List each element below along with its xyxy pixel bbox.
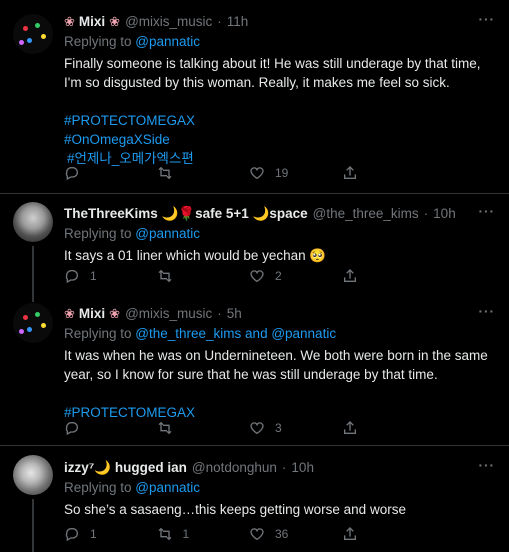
reply-icon — [65, 270, 78, 284]
avatar[interactable] — [13, 303, 53, 343]
timestamp[interactable]: 10h — [291, 459, 314, 477]
thread-line — [32, 246, 34, 302]
flower-emoji: ❀ — [64, 14, 75, 29]
handle[interactable]: @notdonghun — [192, 459, 277, 477]
avatar[interactable] — [13, 14, 53, 54]
display-name[interactable]: Mixi — [79, 305, 105, 323]
reply-button[interactable] — [64, 419, 157, 437]
heart-icon — [250, 167, 264, 180]
handle[interactable]: @mixis_music — [125, 305, 212, 323]
separator: · — [423, 206, 429, 221]
tweet[interactable]: izzy⁷🌙 hugged ian @notdonghun · 10h Repl… — [0, 446, 509, 552]
replying-to: Replying to @pannatic — [64, 34, 495, 49]
like-button[interactable]: 2 — [249, 267, 342, 285]
heart-icon — [250, 270, 264, 283]
retweet-count: 1 — [182, 527, 190, 541]
share-icon — [343, 269, 356, 282]
share-button[interactable] — [342, 419, 435, 437]
retweet-button[interactable]: 1 — [157, 525, 250, 543]
like-button[interactable]: 36 — [249, 525, 342, 543]
handle[interactable]: @mixis_music — [125, 13, 212, 31]
flower-emoji: ❀ — [109, 306, 121, 321]
reply-count: 1 — [90, 527, 97, 541]
share-icon — [343, 166, 356, 179]
more-options-icon[interactable]: ··· — [479, 458, 496, 473]
share-button[interactable] — [342, 267, 435, 285]
reply-button[interactable] — [64, 164, 157, 182]
like-count: 19 — [275, 166, 289, 180]
replying-prefix: Replying to — [64, 34, 136, 49]
replying-prefix: Replying to — [64, 226, 136, 241]
separator: · — [281, 460, 287, 475]
tweet-text: It says a 01 liner which would be yechan… — [64, 248, 327, 263]
share-icon — [343, 421, 356, 434]
reply-button[interactable]: 1 — [64, 525, 157, 543]
heart-icon — [250, 528, 264, 541]
share-button[interactable] — [342, 525, 435, 543]
reply-count: 1 — [90, 269, 97, 283]
flower-emoji: ❀ — [109, 14, 121, 29]
share-icon — [343, 527, 356, 540]
mention-link[interactable]: @the_three_kims and @pannatic — [135, 326, 336, 341]
retweet-icon — [158, 421, 171, 435]
avatar[interactable] — [13, 202, 53, 242]
hashtag-link[interactable]: #PROTECTOMEGAX — [64, 111, 495, 130]
tweet[interactable]: ❀ Mixi ❀ @mixis_music · 5h Replying to @… — [0, 300, 509, 445]
more-options-icon[interactable]: ··· — [479, 12, 496, 27]
separator: · — [217, 14, 222, 29]
reply-icon — [65, 167, 78, 181]
timestamp[interactable]: 5h — [227, 305, 242, 323]
timestamp[interactable]: 11h — [227, 13, 249, 31]
more-options-icon[interactable]: ··· — [479, 204, 496, 219]
like-count: 2 — [275, 269, 282, 283]
reply-button[interactable]: 1 — [64, 267, 157, 285]
retweet-button[interactable] — [157, 419, 250, 437]
display-name[interactable]: Mixi — [79, 13, 105, 31]
like-count: 3 — [275, 421, 282, 435]
separator: · — [217, 306, 222, 321]
retweet-icon — [158, 527, 171, 541]
like-button[interactable]: 3 — [249, 419, 342, 437]
mention-link[interactable]: @pannatic — [135, 34, 200, 49]
display-name[interactable]: izzy⁷🌙 hugged ian — [64, 459, 187, 477]
retweet-icon — [158, 269, 171, 283]
hashtag-link[interactable]: #OnOmegaXSide — [64, 130, 495, 149]
replying-to: Replying to @pannatic — [64, 226, 495, 241]
tweet[interactable]: ❀ Mixi ❀ @mixis_music · 11h Replying to … — [0, 0, 509, 195]
handle[interactable]: @the_three_kims — [313, 205, 419, 223]
replying-to: Replying to @the_three_kims and @pannati… — [64, 326, 495, 341]
share-button[interactable] — [342, 164, 435, 182]
avatar[interactable] — [13, 455, 53, 495]
mention-link[interactable]: @pannatic — [135, 226, 200, 241]
display-name[interactable]: TheThreeKims 🌙🌹safe 5+1 🌙space — [64, 205, 308, 223]
tweet-text: So she’s a sasaeng…this keeps getting wo… — [64, 502, 406, 517]
tweet-text: It was when he was on Undernineteen. We … — [64, 348, 488, 382]
more-options-icon[interactable]: ··· — [479, 304, 496, 319]
retweet-icon — [158, 166, 171, 180]
mention-link[interactable]: @pannatic — [135, 480, 200, 495]
replying-prefix: Replying to — [64, 326, 136, 341]
flower-emoji: ❀ — [64, 306, 75, 321]
like-count: 36 — [275, 527, 289, 541]
retweet-button[interactable] — [157, 267, 250, 285]
retweet-button[interactable] — [157, 164, 250, 182]
heart-icon — [250, 422, 264, 435]
like-button[interactable]: 19 — [249, 164, 342, 182]
reply-icon — [65, 422, 78, 436]
replying-to: Replying to @pannatic — [64, 480, 495, 495]
timestamp[interactable]: 10h — [433, 205, 456, 223]
replying-prefix: Replying to — [64, 480, 136, 495]
reply-icon — [65, 528, 78, 542]
tweet-text: Finally someone is talking about it! He … — [64, 56, 481, 90]
thread-line — [32, 499, 34, 552]
